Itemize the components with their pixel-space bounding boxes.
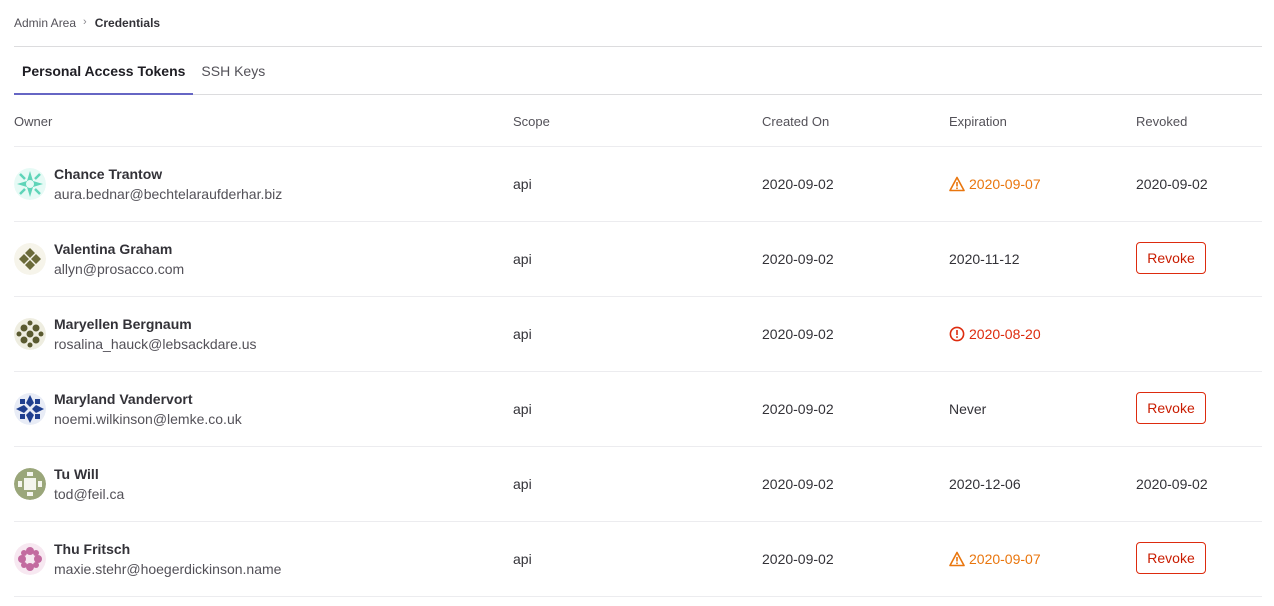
expiration-cell: 2020-09-07 (949, 551, 1041, 567)
credentials-table: Owner Scope Created On Expiration Revoke… (14, 96, 1262, 597)
table-row: Valentina Graham allyn@prosacco.com api 202… (14, 222, 1262, 297)
created-date: 2020-09-02 (762, 176, 834, 192)
expiration-cell: 2020-12-06 (949, 476, 1021, 492)
owner-email: rosalina_hauck@lebsackdare.us (54, 335, 257, 352)
expiration-date: 2020-08-20 (969, 326, 1041, 342)
breadcrumb-admin-area[interactable]: Admin Area (14, 16, 76, 30)
expiration-date: 2020-11-12 (949, 251, 1020, 267)
scope-value: api (513, 401, 532, 417)
revoked-cell: Revoke (1136, 242, 1206, 275)
revoked-date: 2020-09-02 (1136, 176, 1208, 192)
expiration-date: 2020-12-06 (949, 476, 1021, 492)
revoked-cell: Revoke (1136, 392, 1206, 425)
owner-name[interactable]: Chance Trantow (54, 164, 282, 184)
expiration-date: Never (949, 401, 987, 417)
table-row: Thu Fritsch maxie.stehr@hoegerdickinson.n… (14, 522, 1262, 597)
owner-email: allyn@prosacco.com (54, 260, 185, 277)
breadcrumb-current: Credentials (94, 16, 161, 30)
owner-name[interactable]: Tu Will (54, 464, 124, 484)
owner-name[interactable]: Thu Fritsch (54, 539, 281, 559)
created-date: 2020-09-02 (762, 326, 834, 342)
revoke-button[interactable]: Revoke (1136, 242, 1206, 274)
chevron-right-icon: › (83, 16, 87, 28)
avatar (14, 543, 46, 575)
error-icon (949, 326, 965, 342)
created-date: 2020-09-02 (762, 401, 834, 417)
expiration-cell: 2020-09-07 (949, 176, 1041, 192)
created-date: 2020-09-02 (762, 551, 834, 567)
warning-icon (949, 176, 965, 192)
avatar (14, 393, 46, 425)
breadcrumb: Admin Area › Credentials (14, 15, 160, 31)
owner-cell: Thu Fritsch maxie.stehr@hoegerdickinson.n… (14, 539, 281, 580)
revoked-cell: Revoke (1136, 542, 1206, 575)
expiration-cell: Never (949, 401, 986, 417)
created-date: 2020-09-02 (762, 476, 834, 492)
expiration-cell: 2020-08-20 (949, 326, 1041, 342)
avatar (14, 243, 46, 275)
table-row: Tu Will tod@feil.ca api 2020-09-02 2020-12-0… (14, 447, 1262, 522)
owner-cell: Maryland Vandervort noemi.wilkinson@lemke… (14, 389, 242, 430)
owner-name[interactable]: Maryland Vandervort (54, 389, 242, 409)
expiration-date: 2020-09-07 (969, 551, 1041, 567)
tab-ssh-keys[interactable]: SSH Keys (193, 47, 273, 94)
expiration-date: 2020-09-07 (969, 176, 1041, 192)
created-date: 2020-09-02 (762, 251, 834, 267)
owner-email: noemi.wilkinson@lemke.co.uk (54, 410, 242, 427)
owner-name[interactable]: Valentina Graham (54, 239, 184, 259)
table-row: Maryellen Bergnaum rosalina_hauck@lebsack… (14, 297, 1262, 372)
tab-bar: Personal Access Tokens SSH Keys (14, 47, 1262, 95)
column-header-created: Created On (762, 113, 830, 129)
owner-cell: Tu Will tod@feil.ca (14, 464, 124, 505)
revoked-date: 2020-09-02 (1136, 476, 1208, 492)
tab-personal-access-tokens[interactable]: Personal Access Tokens (14, 47, 194, 95)
table-row: Chance Trantow aura.bednar@bechtelaraufde… (14, 147, 1262, 222)
column-header-scope: Scope (513, 113, 550, 129)
expiration-cell: 2020-11-12 (949, 251, 1020, 267)
owner-email: maxie.stehr@hoegerdickinson.name (54, 560, 282, 577)
revoke-button[interactable]: Revoke (1136, 392, 1206, 424)
scope-value: api (513, 551, 532, 567)
owner-name[interactable]: Maryellen Bergnaum (54, 314, 257, 334)
owner-email: tod@feil.ca (54, 485, 125, 502)
avatar (14, 468, 46, 500)
owner-cell: Chance Trantow aura.bednar@bechtelaraufde… (14, 164, 282, 205)
warning-icon (949, 551, 965, 567)
avatar (14, 318, 46, 350)
scope-value: api (513, 251, 532, 267)
table-row: Maryland Vandervort noemi.wilkinson@lemke… (14, 372, 1262, 447)
column-header-revoked: Revoked (1136, 113, 1188, 129)
owner-cell: Valentina Graham allyn@prosacco.com (14, 239, 184, 280)
scope-value: api (513, 176, 532, 192)
revoke-button[interactable]: Revoke (1136, 542, 1206, 574)
table-header: Owner Scope Created On Expiration Revoke… (14, 96, 1262, 147)
scope-value: api (513, 326, 532, 342)
column-header-owner: Owner (14, 113, 53, 129)
avatar (14, 168, 46, 200)
column-header-expiration: Expiration (949, 113, 1007, 129)
revoked-cell: 2020-09-02 (1136, 176, 1208, 192)
scope-value: api (513, 476, 532, 492)
revoked-cell: 2020-09-02 (1136, 476, 1208, 492)
owner-email: aura.bednar@bechtelaraufderhar.biz (54, 185, 283, 202)
owner-cell: Maryellen Bergnaum rosalina_hauck@lebsack… (14, 314, 257, 355)
